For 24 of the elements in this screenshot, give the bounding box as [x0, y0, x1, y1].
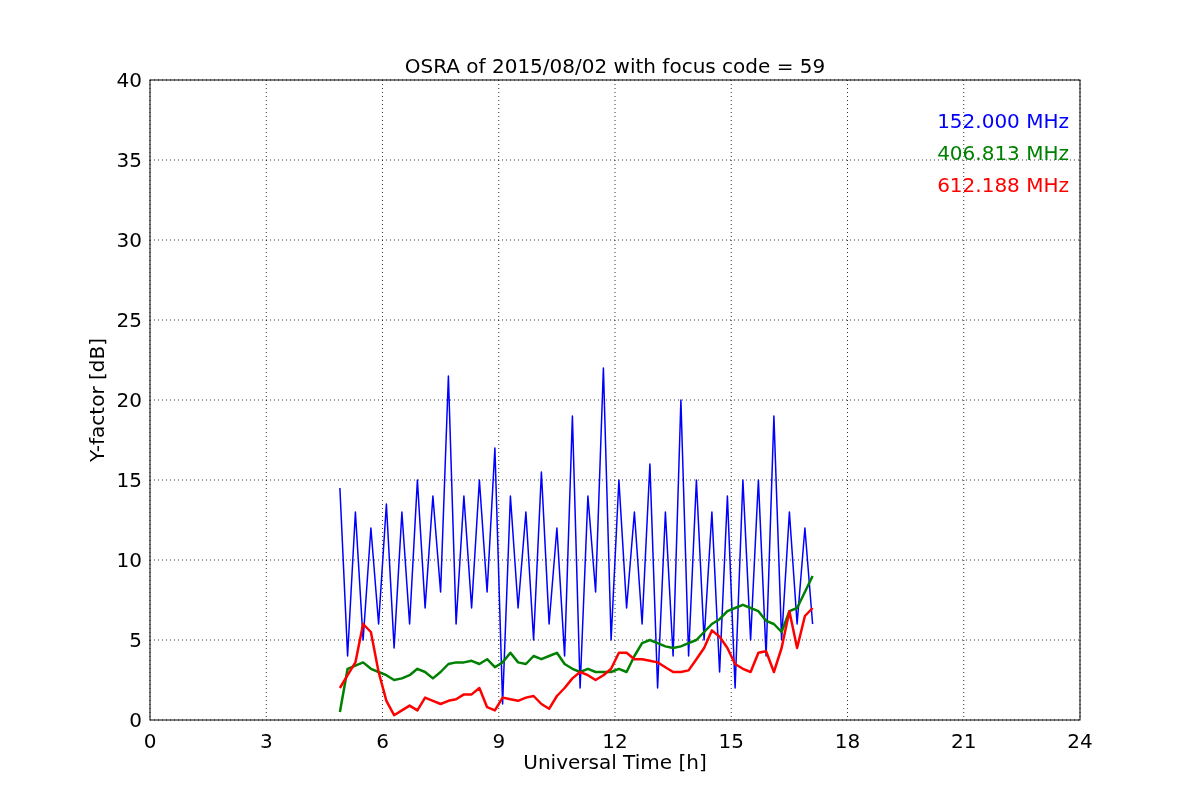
- x-tick-label: 6: [376, 729, 389, 753]
- x-tick-label: 3: [259, 729, 273, 753]
- y-tick-label: 15: [116, 468, 142, 492]
- legend-label: 406.813 MHz: [937, 141, 1069, 165]
- y-tick-label: 35: [116, 148, 142, 172]
- x-tick-label: 15: [718, 729, 744, 753]
- y-tick-label: 20: [116, 388, 142, 412]
- x-tick-label: 12: [602, 729, 628, 753]
- legend-label: 612.188 MHz: [937, 173, 1069, 197]
- y-axis-label: Y-factor [dB]: [85, 338, 109, 462]
- y-tick-label: 40: [116, 68, 142, 92]
- y-tick-label: 5: [129, 628, 142, 652]
- x-tick-label: 18: [834, 729, 861, 753]
- x-tick-label: 0: [143, 729, 157, 753]
- x-tick-label: 21: [951, 729, 977, 753]
- y-tick-label: 10: [116, 548, 142, 572]
- y-tick-label: 30: [116, 228, 142, 252]
- legend-label: 152.000 MHz: [937, 109, 1069, 133]
- y-tick-label: 25: [116, 308, 142, 332]
- x-axis-label: Universal Time [h]: [523, 750, 707, 774]
- x-tick-label: 9: [492, 729, 506, 753]
- y-tick-label: 0: [129, 708, 142, 732]
- chart-title: OSRA of 2015/08/02 with focus code = 59: [404, 54, 826, 78]
- x-tick-label: 24: [1067, 729, 1093, 753]
